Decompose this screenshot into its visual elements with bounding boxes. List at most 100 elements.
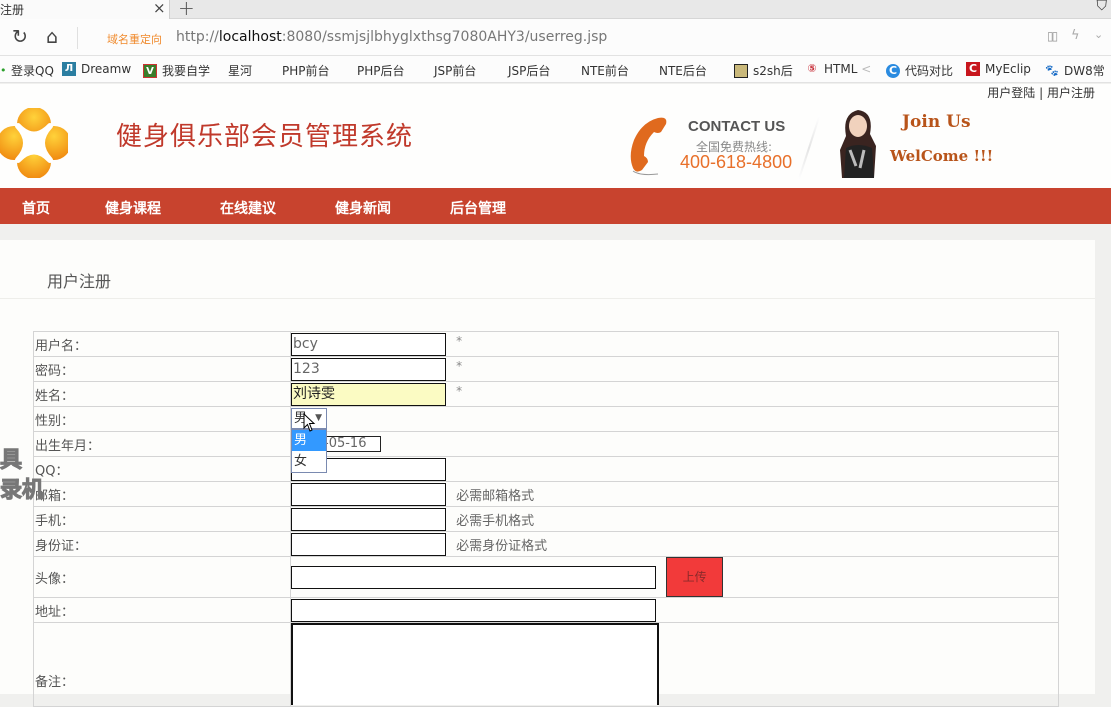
- bookmark-item[interactable]: PHP后台: [357, 62, 405, 79]
- bookmark-label: 代码对比: [905, 64, 954, 78]
- reload-icon[interactable]: ↻: [12, 26, 28, 48]
- bookmark-item[interactable]: • 登录QQ: [0, 62, 54, 79]
- form-row: 身份证： 必需身份证格式: [33, 531, 1059, 557]
- mouse-cursor-icon: [303, 413, 316, 432]
- browser-tab[interactable]: 注册 ×: [0, 0, 170, 19]
- site-title: 健身俱乐部会员管理系统: [116, 122, 414, 152]
- bookmark-label: DW8常: [1064, 64, 1105, 78]
- bookmark-item[interactable]: C 代码对比: [886, 62, 953, 79]
- field-cell: 必需邮箱格式: [290, 481, 1059, 507]
- form-row: 手机： 必需手机格式: [33, 506, 1059, 532]
- bookmark-label: PHP后台: [357, 64, 405, 78]
- login-link[interactable]: 用户登陆: [987, 86, 1035, 100]
- remark-textarea[interactable]: [291, 623, 659, 705]
- watermark-line: 录机: [0, 478, 45, 504]
- upload-button[interactable]: 上传: [666, 557, 724, 597]
- bookmark-item[interactable]: Л Dreamw: [62, 62, 131, 76]
- bookmark-label: JSP后台: [508, 64, 551, 78]
- field-label: 用户名：: [33, 331, 291, 357]
- email-input[interactable]: [291, 482, 446, 506]
- avatar-path-input[interactable]: [291, 565, 656, 589]
- field-label: 密码：: [33, 356, 291, 382]
- chevron-down-icon[interactable]: ⌄: [1094, 28, 1103, 41]
- page-margin: [1095, 240, 1111, 694]
- field-cell: 上传: [290, 556, 1059, 598]
- main-nav: 首页 健身课程 在线建议 健身新闻 后台管理: [0, 188, 1111, 224]
- field-label: 性别：: [33, 406, 291, 432]
- bookmark-label: HTML: [824, 62, 858, 76]
- tab-title: 注册: [0, 3, 25, 17]
- bookmark-item[interactable]: JSP后台: [508, 62, 550, 79]
- nav-courses[interactable]: 健身课程: [105, 198, 161, 218]
- bookmark-item[interactable]: V 我要自学: [143, 62, 210, 79]
- field-cell: [290, 597, 1059, 623]
- link-separator: |: [1039, 86, 1044, 100]
- recorder-watermark: 具 录机: [0, 446, 45, 506]
- field-cell: 123 *: [290, 356, 1059, 382]
- bookmark-label: 我要自学: [162, 64, 211, 78]
- field-cell: 男 ▼ 男 女: [290, 406, 1059, 473]
- field-cell: [290, 456, 1059, 482]
- bookmark-item[interactable]: NTE前台: [581, 62, 629, 79]
- field-label: 地址：: [33, 597, 291, 623]
- page-title: 用户注册: [47, 272, 112, 291]
- bookmark-item[interactable]: ⑤ HTML <: [805, 62, 871, 76]
- register-link[interactable]: 用户注册: [1047, 86, 1095, 100]
- mobile-input[interactable]: [291, 507, 446, 531]
- form-row: 密码： 123 *: [33, 356, 1059, 382]
- field-cell: 必需身份证格式: [290, 531, 1059, 557]
- bookmark-item[interactable]: 🐾 DW8常: [1045, 62, 1105, 79]
- field-cell: bcy *: [290, 331, 1059, 357]
- nav-home[interactable]: 首页: [22, 198, 50, 218]
- divider: [77, 27, 78, 49]
- field-label: 出生年月：: [33, 431, 291, 457]
- nav-news[interactable]: 健身新闻: [335, 198, 391, 218]
- url-input[interactable]: http://localhost:8080/ssmjsjlbhyglxthsg7…: [176, 29, 607, 45]
- form-row: 用户名： bcy *: [33, 331, 1059, 357]
- phone-icon: [630, 117, 667, 176]
- gender-option-male[interactable]: 男: [292, 430, 326, 451]
- qr-code-icon[interactable]: ▯▯: [1047, 29, 1058, 43]
- compare-icon: C: [886, 63, 900, 78]
- nav-admin[interactable]: 后台管理: [450, 198, 506, 218]
- close-tab-icon[interactable]: ×: [153, 0, 166, 17]
- required-mark: *: [456, 334, 463, 348]
- bookmark-label: 星河: [228, 64, 253, 78]
- watermark-line: 具: [0, 448, 23, 474]
- url-prefix: http://: [176, 29, 219, 45]
- bookmark-item[interactable]: s2sh后: [734, 62, 793, 79]
- url-path: :8080/ssmjsjlbhyglxthsg7080AHY3/userreg.…: [281, 29, 608, 45]
- username-input[interactable]: bcy: [291, 332, 446, 356]
- bookmark-item[interactable]: 星河: [228, 62, 252, 79]
- home-icon[interactable]: ⌂: [46, 26, 58, 48]
- name-input[interactable]: 刘诗雯: [291, 382, 446, 406]
- field-label: QQ：: [33, 456, 291, 482]
- lightning-icon[interactable]: ϟ: [1071, 28, 1080, 43]
- gender-option-female[interactable]: 女: [292, 451, 326, 472]
- field-label: 姓名：: [33, 381, 291, 407]
- password-input[interactable]: 123: [291, 357, 446, 381]
- welcome-text: WelCome !!!: [890, 147, 994, 165]
- form-row: 头像： 上传: [33, 556, 1059, 598]
- form-row: 性别： 男 ▼ 男 女: [33, 406, 1059, 473]
- site-header: 用户登陆 | 用户注册 健身俱乐部会员管理系统 CONTACT US 全国免费热…: [0, 84, 1111, 188]
- address-input[interactable]: [291, 598, 656, 622]
- nav-suggestions[interactable]: 在线建议: [220, 198, 276, 218]
- bookmark-item[interactable]: NTE后台: [659, 62, 707, 79]
- bookmark-item[interactable]: JSP前台: [434, 62, 476, 79]
- idcard-input[interactable]: [291, 532, 446, 556]
- field-label: 手机：: [33, 506, 291, 532]
- bookmark-item[interactable]: C MyEclip: [966, 62, 1031, 76]
- qq-icon: •: [0, 63, 7, 77]
- field-label: 身份证：: [33, 531, 291, 557]
- email-hint: 必需邮箱格式: [456, 488, 535, 504]
- bookmark-label: 登录QQ: [11, 64, 54, 78]
- new-tab-icon[interactable]: +: [178, 0, 195, 20]
- user-links: 用户登陆 | 用户注册: [987, 84, 1095, 101]
- skin-icon[interactable]: ⛉: [1097, 0, 1108, 14]
- required-mark: *: [456, 359, 463, 373]
- browser-tab-bar: 注册 × + ⛉: [0, 0, 1111, 20]
- bookmark-item[interactable]: PHP前台: [282, 62, 330, 79]
- field-label: 头像：: [33, 556, 291, 598]
- bookmark-label: NTE前台: [581, 64, 629, 78]
